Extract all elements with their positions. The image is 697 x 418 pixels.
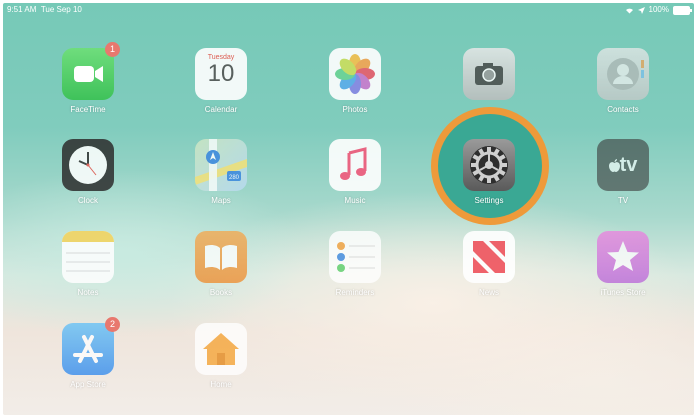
status-time: 9:51 AM (7, 5, 37, 14)
facetime-label: FaceTime (70, 105, 106, 114)
itunes-label: iTunes Store (600, 288, 646, 297)
books-icon (195, 231, 247, 283)
calendar-icon: Tuesday 10 (195, 48, 247, 100)
music-label: Music (344, 196, 366, 205)
status-bar: 9:51 AM Tue Sep 10 100% (3, 3, 694, 17)
reminders-icon (329, 231, 381, 283)
gear-icon (463, 139, 515, 191)
battery-icon (673, 5, 692, 15)
contacts-icon (597, 48, 649, 100)
news-label: News (478, 288, 499, 297)
app-clock[interactable]: Clock (46, 139, 130, 205)
clock-label: Clock (77, 196, 98, 205)
calendar-label: Calendar (204, 105, 238, 114)
app-music[interactable]: Music (313, 139, 397, 205)
app-books[interactable]: Books (179, 231, 263, 297)
clock-icon (62, 139, 114, 191)
app-settings[interactable]: Settings (447, 139, 531, 205)
apple-logo-icon (608, 159, 620, 172)
music-icon (329, 139, 381, 191)
photos-label: Photos (342, 105, 368, 114)
appstore-icon (62, 323, 114, 375)
contacts-label: Contacts (607, 105, 639, 114)
calendar-day: 10 (207, 60, 235, 87)
app-facetime[interactable]: 1 FaceTime (46, 42, 130, 114)
notes-label: Notes (77, 288, 99, 297)
app-calendar[interactable]: Tuesday 10 Calendar (179, 48, 263, 114)
camera-icon (463, 48, 515, 100)
settings-label: Settings (474, 196, 504, 205)
tv-label: TV (617, 196, 629, 205)
app-notes[interactable]: Notes (46, 231, 130, 297)
photos-icon (329, 48, 381, 100)
books-label: Books (209, 288, 233, 297)
app-news[interactable]: News (447, 231, 531, 297)
app-appstore[interactable]: 2 App Store (46, 317, 130, 389)
status-date: Tue Sep 10 (40, 5, 82, 14)
tv-icon: tv (597, 139, 649, 191)
appstore-label: App Store (70, 380, 106, 389)
app-itunes-store[interactable]: iTunes Store (581, 231, 665, 297)
facetime-badge: 1 (105, 42, 120, 57)
facetime-icon (62, 48, 114, 100)
home-icon (195, 323, 247, 375)
battery-percent: 100% (648, 5, 669, 14)
app-home[interactable]: Home (179, 323, 263, 389)
maps-label: Maps (211, 196, 231, 205)
news-icon (463, 231, 515, 283)
home-screen: 9:51 AM Tue Sep 10 100% 1 FaceTime Tuesd… (3, 3, 694, 415)
appstore-badge: 2 (105, 317, 120, 332)
app-tv[interactable]: tv TV (581, 139, 665, 205)
maps-icon: 280 (195, 139, 247, 191)
app-maps[interactable]: 280 Maps (179, 139, 263, 205)
star-icon (597, 231, 649, 283)
app-photos[interactable]: Photos (313, 48, 397, 114)
app-contacts[interactable]: Contacts (581, 48, 665, 114)
app-reminders[interactable]: Reminders (313, 231, 397, 297)
location-icon (637, 6, 645, 14)
wifi-icon (625, 8, 633, 13)
maps-shield: 280 (229, 175, 240, 181)
tv-glyph: tv (619, 154, 638, 176)
home-label: Home (210, 380, 232, 389)
notes-icon (62, 231, 114, 283)
app-camera[interactable] (447, 48, 531, 105)
reminders-label: Reminders (335, 288, 375, 297)
